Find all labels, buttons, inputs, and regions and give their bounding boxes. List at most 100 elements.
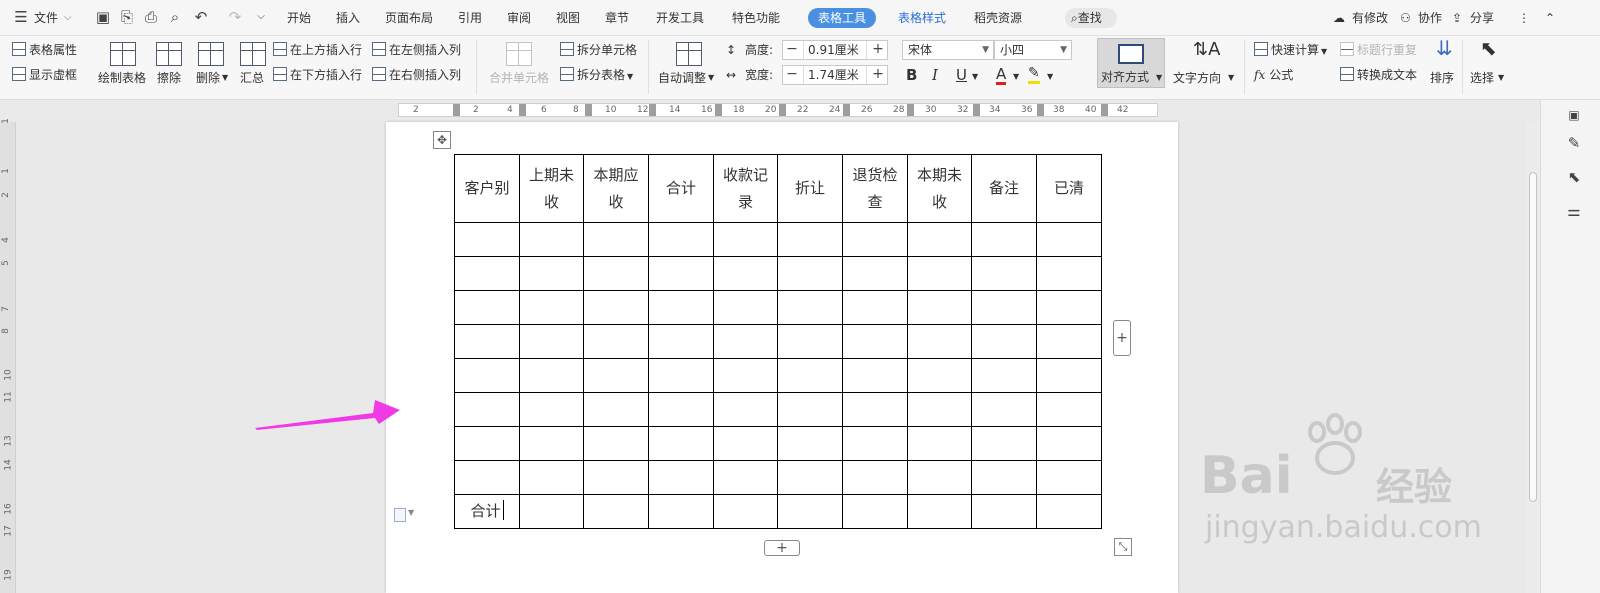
table-cell[interactable] (454, 392, 520, 427)
chevron-down-icon[interactable]: ▼ (972, 69, 978, 85)
table-cell[interactable] (519, 460, 584, 495)
table-cell[interactable] (648, 426, 714, 461)
table-cell[interactable] (971, 290, 1037, 325)
table-cell[interactable] (971, 358, 1037, 393)
table-header-cell[interactable]: 本期应收 (583, 154, 649, 223)
width-value[interactable]: 1.74厘米 (803, 66, 867, 84)
increase-width-button[interactable]: + (869, 66, 887, 84)
table-header-cell[interactable]: 客户别 (454, 154, 520, 223)
quick-access-chevron-icon[interactable]: ⌵ (252, 8, 270, 26)
table-cell[interactable] (907, 324, 972, 359)
table-header-cell[interactable]: 本期未收 (907, 154, 972, 223)
settings-sliders-icon[interactable]: ⚌ (1565, 202, 1583, 220)
table-header-cell[interactable]: 退货检查 (842, 154, 908, 223)
underline-button[interactable]: U (956, 67, 967, 83)
table-cell[interactable] (777, 358, 843, 393)
table-cell[interactable] (648, 324, 714, 359)
hamburger-menu-icon[interactable]: ☰ (12, 8, 30, 26)
insert-row-below-button[interactable]: 在下方插入行 (273, 67, 362, 83)
edit-pen-icon[interactable]: ✎ (1565, 134, 1583, 152)
table-cell[interactable] (648, 358, 714, 393)
print-preview-icon[interactable]: ⌕ (166, 8, 184, 26)
add-column-button[interactable]: + (1113, 320, 1131, 356)
table-cell[interactable] (713, 460, 778, 495)
table-cell[interactable] (1036, 392, 1102, 427)
vertical-scrollbar[interactable] (1526, 122, 1540, 593)
table-cell[interactable] (1036, 222, 1102, 257)
table-cell[interactable] (777, 460, 843, 495)
print-icon[interactable]: ⎙ (142, 8, 160, 26)
table-cell[interactable] (519, 494, 584, 529)
table-cell[interactable] (777, 426, 843, 461)
table-cell[interactable] (583, 222, 649, 257)
align-mode-button[interactable]: 对齐方式 ▼ (1097, 38, 1165, 88)
table-cell[interactable] (519, 324, 584, 359)
user-icon[interactable]: ⚇ (1400, 9, 1411, 27)
table-header-cell[interactable]: 收款记录 (713, 154, 778, 223)
table-cell[interactable] (648, 460, 714, 495)
document-table[interactable]: 客户别 上期未收本期应收合计 收款记录折让 退货检查本期未收备注 已清 合计 (454, 154, 1102, 529)
table-cell[interactable] (842, 392, 908, 427)
table-cell[interactable] (842, 290, 908, 325)
tab-references[interactable]: 引用 (458, 9, 482, 27)
tab-special-features[interactable]: 特色功能 (732, 9, 780, 27)
table-cell[interactable] (519, 256, 584, 291)
convert-to-text-button[interactable]: 转换成文本 (1340, 67, 1417, 83)
table-cell[interactable] (842, 256, 908, 291)
table-cell[interactable] (519, 222, 584, 257)
increase-height-button[interactable]: + (869, 41, 887, 59)
table-cell[interactable] (971, 426, 1037, 461)
table-cell[interactable] (583, 494, 649, 529)
decrease-height-button[interactable]: − (783, 41, 801, 59)
share-button[interactable]: 分享 (1470, 9, 1494, 27)
more-options-icon[interactable]: ⋮ (1518, 9, 1530, 27)
chevron-down-icon[interactable]: ▼ (1013, 69, 1019, 85)
table-cell[interactable] (1036, 358, 1102, 393)
formula-button[interactable]: fx 公式 (1254, 67, 1293, 83)
chevron-down-icon[interactable]: ⌵ (64, 9, 72, 27)
font-name-select[interactable]: 宋体 ▼ (902, 40, 994, 60)
select-cursor-icon[interactable]: ⬉ (1565, 168, 1583, 186)
table-cell[interactable] (971, 460, 1037, 495)
insert-row-above-button[interactable]: 在上方插入行 (273, 42, 362, 58)
italic-button[interactable]: I (932, 67, 938, 83)
table-cell[interactable] (1036, 256, 1102, 291)
table-cell[interactable] (583, 392, 649, 427)
bold-button[interactable]: B (906, 67, 917, 83)
redo-icon[interactable]: ↷ (226, 8, 244, 26)
table-cell[interactable] (713, 392, 778, 427)
chevron-down-icon[interactable]: ▼ (1047, 69, 1053, 85)
table-cell[interactable] (1036, 460, 1102, 495)
highlight-icon[interactable]: ✎ (1028, 66, 1040, 84)
table-cell[interactable] (648, 494, 714, 529)
table-cell[interactable] (971, 324, 1037, 359)
export-icon[interactable]: ⎘ (118, 8, 136, 26)
table-cell[interactable] (713, 222, 778, 257)
table-cell[interactable] (519, 290, 584, 325)
table-cell[interactable] (648, 290, 714, 325)
table-cell[interactable] (777, 324, 843, 359)
collapse-ribbon-icon[interactable]: ⌃ (1545, 9, 1555, 27)
tab-table-style[interactable]: 表格样式 (898, 9, 946, 27)
table-cell[interactable] (907, 256, 972, 291)
quick-calc-button[interactable]: 快速计算 ▼ (1254, 42, 1327, 60)
table-header-cell[interactable]: 合计 (648, 154, 714, 223)
table-cell[interactable] (583, 426, 649, 461)
tab-table-tools[interactable]: 表格工具 (808, 8, 877, 28)
table-cell[interactable] (583, 358, 649, 393)
height-stepper[interactable]: − 0.91厘米 + (782, 40, 888, 60)
table-cell[interactable] (648, 256, 714, 291)
table-cell[interactable] (713, 426, 778, 461)
table-cell[interactable] (907, 290, 972, 325)
table-cell[interactable] (583, 324, 649, 359)
table-cell[interactable] (971, 222, 1037, 257)
table-cell[interactable] (1036, 426, 1102, 461)
move-table-handle-icon[interactable]: ✥ (433, 131, 451, 149)
document-page[interactable]: ✥ 客户别 上期未收本期应收合计 收款记录折让 退货检查本期未收备注 已清 合计 + +… (386, 122, 1178, 593)
table-cell[interactable] (454, 460, 520, 495)
table-cell[interactable] (583, 460, 649, 495)
table-cell[interactable] (454, 358, 520, 393)
table-cell[interactable] (777, 256, 843, 291)
modified-status[interactable]: 有修改 (1352, 9, 1388, 27)
table-cell[interactable] (777, 222, 843, 257)
